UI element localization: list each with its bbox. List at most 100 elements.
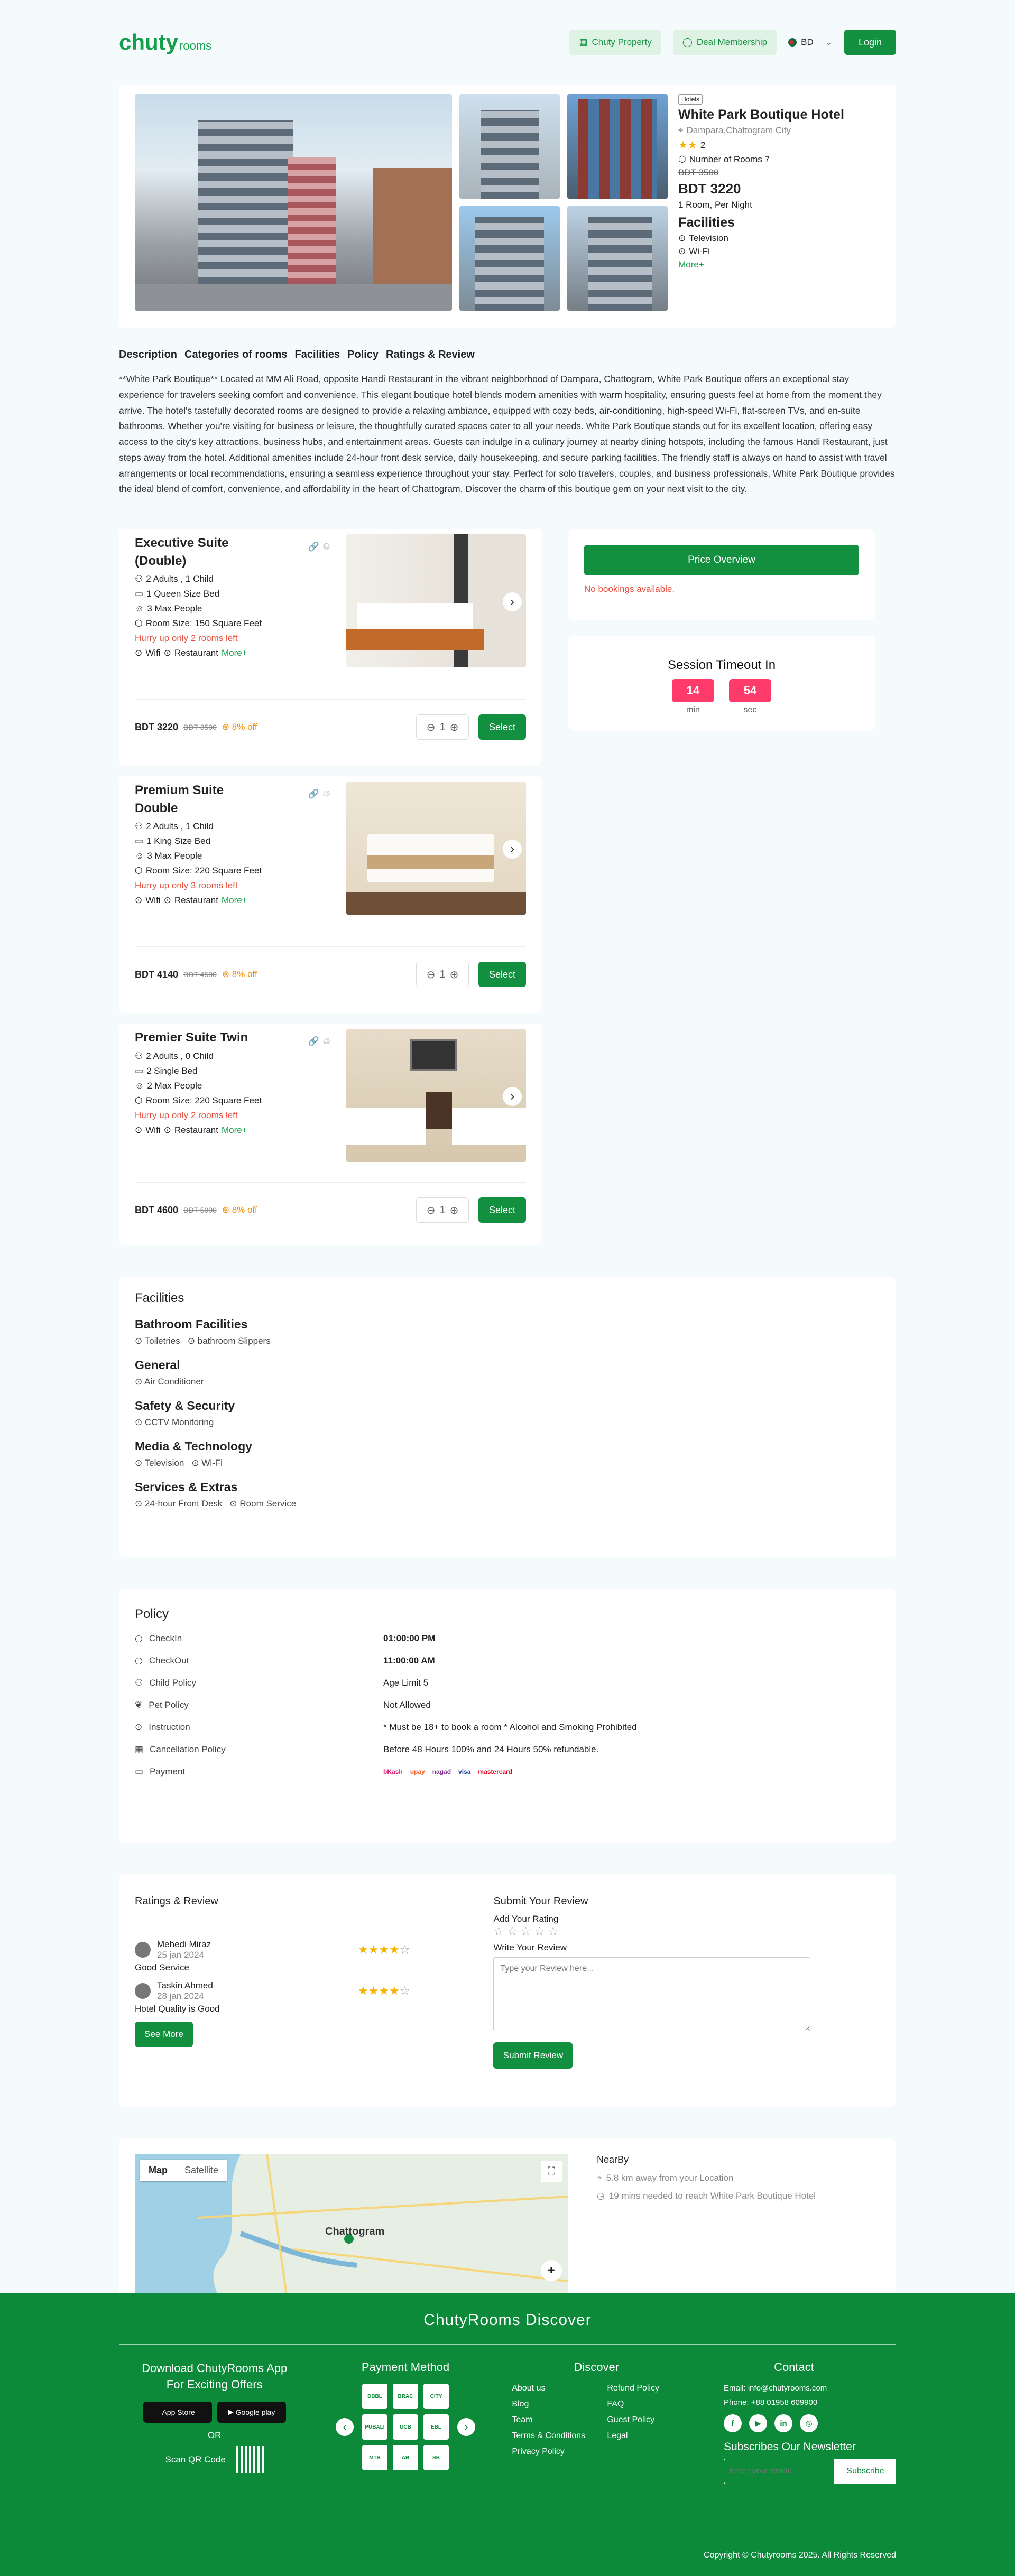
room-photo[interactable]: › [346, 534, 526, 667]
plus-icon[interactable]: ⊕ [450, 721, 459, 734]
share-icon[interactable]: ♲ [322, 542, 330, 552]
hotel-photo-4[interactable] [459, 206, 560, 311]
plus-icon[interactable]: ⊕ [450, 968, 459, 981]
hotel-photo-5[interactable] [567, 206, 668, 311]
map-tab[interactable]: Map [140, 2160, 176, 2181]
quantity-stepper[interactable]: ⊖ 1 ⊕ [416, 962, 469, 987]
card-icon: ▭ [135, 1766, 144, 1777]
minus-icon[interactable]: ⊖ [427, 1204, 436, 1217]
room-old-price: BDT 3500 [183, 723, 217, 731]
tab-categories[interactable]: Categories of rooms [184, 349, 287, 361]
contact-phone[interactable]: Phone: +88 01958 609900 [692, 2398, 896, 2407]
linkedin-icon[interactable]: in [774, 2414, 792, 2432]
plus-icon[interactable]: ⊕ [450, 1204, 459, 1217]
hotel-main-photo[interactable] [135, 94, 452, 311]
tab-policy[interactable]: Policy [347, 349, 379, 361]
select-room-button[interactable]: Select [478, 714, 526, 740]
language-selector[interactable]: BD ⌄ [788, 37, 833, 48]
room-more-link[interactable]: More+ [222, 895, 247, 906]
chevron-right-icon[interactable]: › [503, 1087, 522, 1106]
tab-description[interactable]: Description [119, 349, 177, 361]
app-store-button[interactable]: App Store [143, 2401, 212, 2423]
link-icon[interactable]: 🔗 [308, 1036, 319, 1047]
footer-link-refund[interactable]: Refund Policy [607, 2384, 681, 2393]
google-play-button[interactable]: ▶ Google play [217, 2401, 286, 2423]
see-more-button[interactable]: See More [135, 2022, 193, 2047]
qr-code-icon[interactable] [236, 2445, 264, 2473]
deal-membership-button[interactable]: ◯ Deal Membership [672, 30, 777, 55]
location-target-icon[interactable]: ✚ [541, 2260, 562, 2281]
minus-icon[interactable]: ⊖ [427, 721, 436, 734]
logo-sub: rooms [179, 39, 212, 52]
nearby-title: NearBy [597, 2154, 629, 2165]
room-guests: 2 Adults , 0 Child [146, 1051, 214, 1061]
quantity-stepper[interactable]: ⊖ 1 ⊕ [416, 1197, 469, 1223]
subscribe-button[interactable]: Subscribe [834, 2459, 896, 2484]
review-textarea[interactable] [493, 1957, 811, 2031]
tab-facilities[interactable]: Facilities [295, 349, 340, 361]
instagram-icon[interactable]: ◎ [799, 2414, 818, 2432]
login-button[interactable]: Login [844, 30, 896, 55]
check-circle-icon: ⊙ bathroom Slippers [187, 1336, 271, 1346]
payment-grid: DBBL BRAC CITY PUBALI UCB EBL MTB AB SB [362, 2384, 449, 2470]
footer-link-privacy[interactable]: Privacy Policy [512, 2447, 607, 2457]
share-icon[interactable]: ♲ [322, 789, 330, 799]
logo-main: chuty [119, 30, 179, 54]
policy-section: Policy ◷ CheckIn 01:00:00 PM ◷ CheckOut 11:0… [119, 1589, 896, 1843]
facilities-title: Facilities [135, 1291, 184, 1305]
reviewer-name: Taskin Ahmed [157, 1980, 213, 1991]
hotel-rating-value: 2 [700, 140, 706, 150]
hotel-photo-3[interactable] [567, 94, 668, 199]
check-circle-icon: ⊙ 24-hour Front Desk [135, 1499, 223, 1509]
link-icon[interactable]: 🔗 [308, 789, 319, 799]
satellite-tab[interactable]: Satellite [176, 2160, 227, 2181]
link-icon[interactable]: 🔗 [308, 542, 319, 552]
chevron-left-icon[interactable]: ‹ [335, 2418, 354, 2436]
footer-link-about[interactable]: About us [512, 2384, 607, 2393]
hotel-facilities-more-link[interactable]: More+ [678, 259, 844, 270]
size-icon: ⬡ [135, 618, 143, 629]
quantity-stepper[interactable]: ⊖ 1 ⊕ [416, 714, 469, 740]
star-icon: ★★★★☆ [358, 1984, 410, 1997]
chuty-property-button[interactable]: ▦ Chuty Property [569, 30, 661, 55]
select-room-button[interactable]: Select [478, 1197, 526, 1223]
newsletter-email-input[interactable] [723, 2459, 835, 2484]
facebook-icon[interactable]: f [723, 2414, 742, 2432]
footer-link-faq[interactable]: FAQ [607, 2400, 681, 2409]
logo[interactable]: chuty rooms [119, 30, 211, 55]
footer-link-blog[interactable]: Blog [512, 2400, 607, 2409]
chevron-right-icon[interactable]: › [457, 2418, 475, 2436]
room-size: Room Size: 220 Square Feet [145, 866, 262, 876]
facility-group: Bathroom Facilities ⊙ Toiletries ⊙ bathro… [135, 1317, 880, 1346]
share-icon[interactable]: ♲ [322, 1036, 330, 1047]
room-photo[interactable]: › [346, 782, 526, 915]
footer-link-guest-policy[interactable]: Guest Policy [607, 2415, 681, 2425]
chevron-right-icon[interactable]: › [503, 592, 522, 611]
footer-link-terms[interactable]: Terms & Conditions [512, 2431, 607, 2441]
contact-email[interactable]: Email: info@chutyrooms.com [692, 2384, 896, 2393]
bank-logo: AB [392, 2445, 418, 2470]
booking-sidebar: Price Overview No bookings available. Se… [568, 529, 875, 1245]
youtube-icon[interactable]: ▶ [749, 2414, 767, 2432]
footer-link-team[interactable]: Team [512, 2415, 607, 2425]
room-more-link[interactable]: More+ [222, 1125, 247, 1136]
submit-review-button[interactable]: Submit Review [493, 2042, 573, 2069]
footer-link-legal[interactable]: Legal [607, 2431, 681, 2441]
visa-logo: visa [458, 1768, 471, 1775]
people-icon: ☺ [135, 851, 144, 861]
timer-seconds: 54 [729, 679, 771, 702]
chevron-right-icon[interactable]: › [503, 840, 522, 859]
hotel-facility-2: ⊙ Wi-Fi [678, 246, 844, 257]
hotel-type-tag: Hotels [678, 94, 703, 105]
room-photo[interactable]: › [346, 1029, 526, 1162]
rooms-section: Executive Suite (Double) 🔗 ♲ ⚇ 2 Adults , … [119, 529, 896, 1245]
select-room-button[interactable]: Select [478, 962, 526, 987]
room-more-link[interactable]: More+ [222, 648, 247, 658]
rating-stars-input[interactable]: ☆☆☆☆☆ [493, 1924, 880, 1938]
minus-icon[interactable]: ⊖ [427, 968, 436, 981]
fullscreen-icon[interactable]: ⛶ [541, 2161, 562, 2182]
tab-ratings[interactable]: Ratings & Review [386, 349, 475, 361]
hotel-photo-2[interactable] [459, 94, 560, 199]
mastercard-logo: mastercard [478, 1768, 513, 1775]
pet-icon: ❦ [135, 1700, 143, 1710]
